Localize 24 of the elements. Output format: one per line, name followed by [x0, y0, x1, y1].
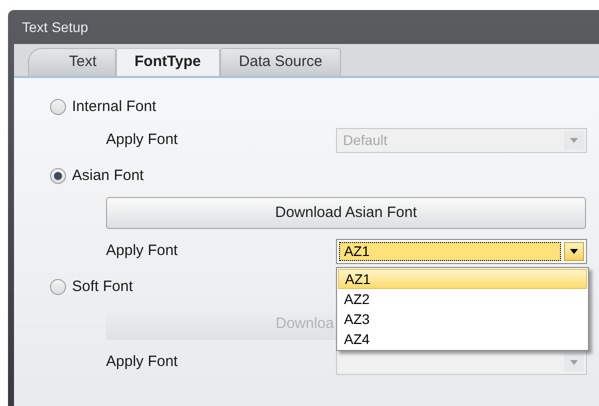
- dropdown-value: AZ1: [344, 242, 370, 261]
- option-label: Soft Font: [72, 276, 133, 297]
- dropdown-value: Default: [343, 131, 388, 150]
- caret-icon: [570, 138, 578, 143]
- tab[interactable]: Data Source: [220, 48, 342, 76]
- caret-icon: [570, 360, 578, 365]
- window-title: Text Setup: [22, 18, 88, 37]
- dropdown-option[interactable]: AZ3: [338, 309, 587, 329]
- field-label: Apply Font: [106, 352, 179, 372]
- field-label: Apply Font: [106, 241, 179, 262]
- dropdown-option[interactable]: AZ2: [338, 289, 587, 309]
- option-label: Internal Font: [72, 96, 156, 117]
- radio-button[interactable]: [50, 99, 66, 115]
- dropdown-option[interactable]: AZ4: [338, 329, 587, 349]
- dropdown-option[interactable]: AZ1: [338, 269, 587, 289]
- radio-button[interactable]: [50, 168, 66, 184]
- download-button[interactable]: Download Asian Font: [106, 197, 586, 229]
- field-label: Apply Font: [106, 130, 179, 150]
- option-label: Asian Font: [72, 166, 144, 186]
- radio-button[interactable]: [50, 279, 66, 295]
- tab[interactable]: Text: [28, 48, 116, 76]
- caret-icon: [570, 249, 578, 254]
- tab[interactable]: FontType: [116, 48, 220, 76]
- font-dropdown[interactable]: AZ1: [336, 239, 587, 264]
